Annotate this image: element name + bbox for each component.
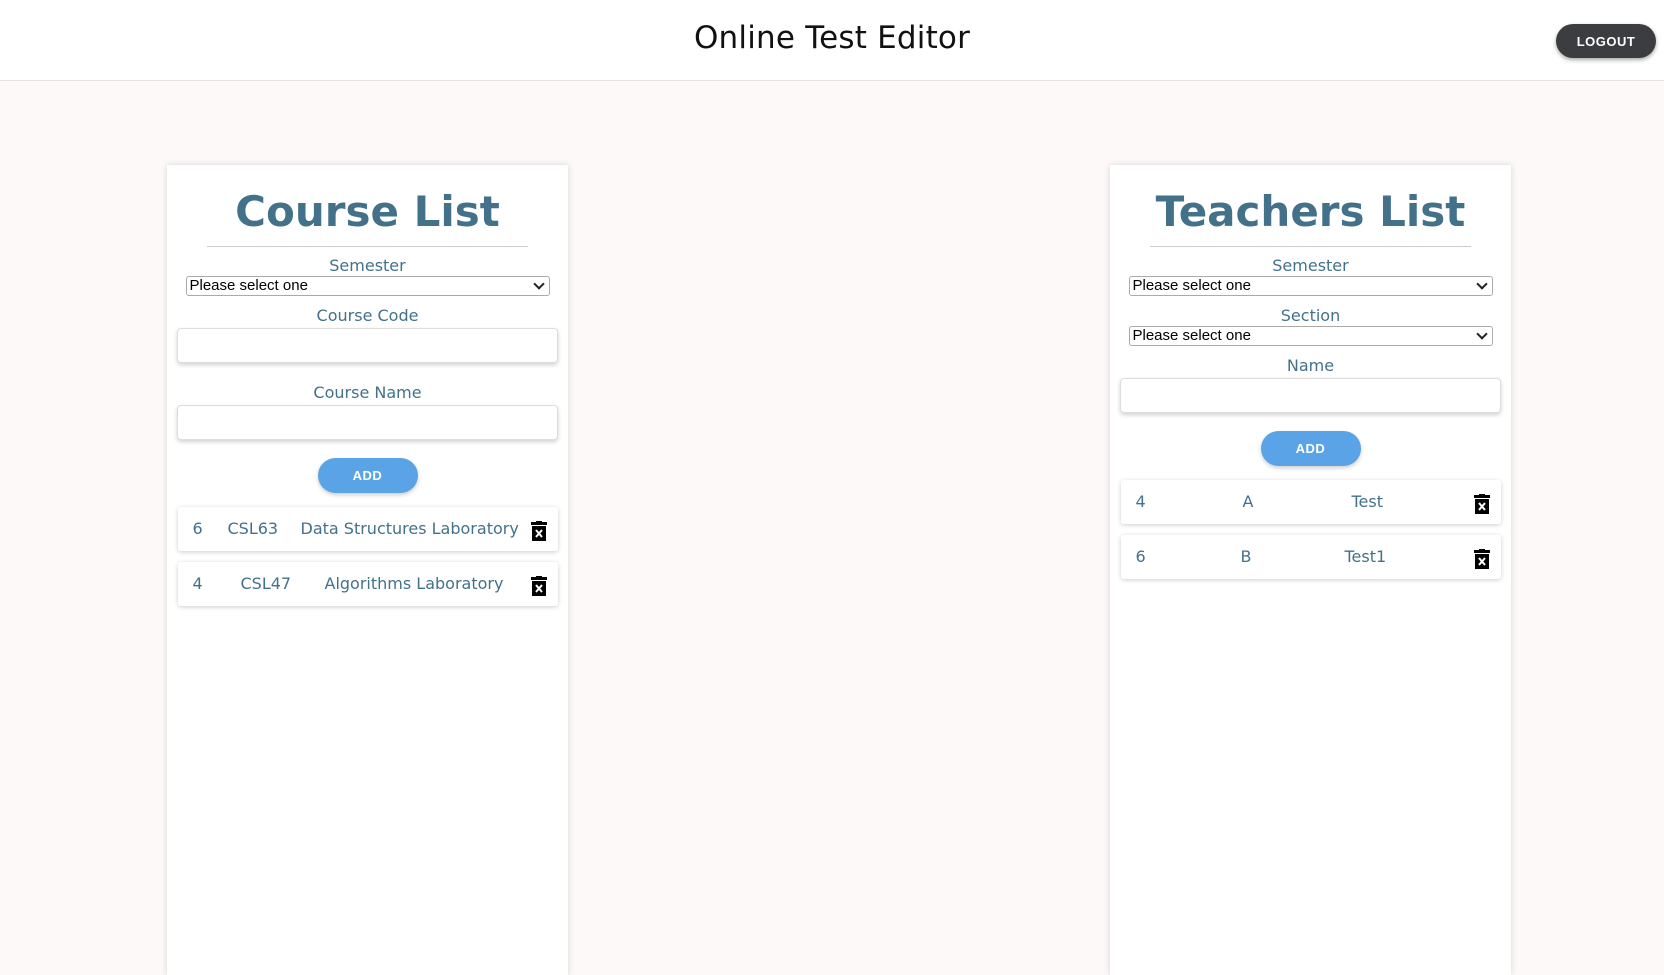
title-divider [1150, 246, 1471, 247]
add-teacher-button[interactable]: ADD [1260, 431, 1361, 466]
teacher-row-section: A [1242, 492, 1254, 511]
course-row: 4 CSL47 Algorithms Laboratory [177, 562, 558, 606]
teachers-list-title: Teachers List [1155, 187, 1466, 236]
chevron-down-icon [532, 278, 545, 290]
course-row-code: CSL63 [227, 519, 279, 538]
teacher-row: 6 B Test1 [1120, 535, 1501, 579]
course-row: 6 CSL63 Data Structures Laboratory [177, 507, 558, 551]
app-title: Online Test Editor [693, 20, 971, 56]
section-label: Section [1280, 306, 1341, 325]
top-bar: Online Test Editor LOGOUT [0, 0, 1664, 81]
course-row-name: Algorithms Laboratory [324, 574, 504, 593]
trash-x-icon[interactable] [530, 576, 547, 596]
teacher-section-select[interactable]: Please select one [1128, 326, 1493, 346]
teacher-section-select-value: Please select one [1132, 327, 1251, 344]
trash-x-icon[interactable] [1473, 549, 1490, 569]
course-name-input[interactable] [177, 405, 558, 440]
teacher-row: 4 A Test [1120, 480, 1501, 524]
course-row-name: Data Structures Laboratory [300, 519, 519, 538]
teacher-row-name: Test1 [1344, 547, 1387, 566]
chevron-down-icon [1475, 328, 1488, 340]
name-label: Name [1286, 356, 1335, 375]
title-divider [207, 246, 528, 247]
course-semester-select-value: Please select one [189, 277, 308, 294]
teacher-name-input[interactable] [1120, 378, 1501, 413]
course-list-panel: Course List Semester Please select one C… [167, 165, 568, 975]
teacher-row-name: Test [1351, 492, 1384, 511]
trash-x-icon[interactable] [1473, 494, 1490, 514]
teacher-semester-select-value: Please select one [1132, 277, 1251, 294]
teacher-row-section: B [1240, 547, 1252, 566]
teacher-row-semester: 6 [1135, 547, 1146, 566]
semester-label: Semester [329, 256, 406, 275]
course-name-label: Course Name [313, 383, 422, 402]
teacher-row-semester: 4 [1135, 492, 1146, 511]
logout-button[interactable]: LOGOUT [1556, 24, 1656, 58]
course-list-title: Course List [235, 187, 500, 236]
course-semester-select[interactable]: Please select one [185, 276, 550, 296]
teachers-list-panel: Teachers List Semester Please select one… [1110, 165, 1511, 975]
course-code-input[interactable] [177, 328, 558, 363]
teacher-semester-select[interactable]: Please select one [1128, 276, 1493, 296]
course-row-semester: 4 [192, 574, 203, 593]
trash-x-icon[interactable] [530, 521, 547, 541]
add-course-button[interactable]: ADD [317, 458, 418, 493]
semester-label: Semester [1272, 256, 1349, 275]
course-row-code: CSL47 [240, 574, 292, 593]
chevron-down-icon [1475, 278, 1488, 290]
course-code-label: Course Code [316, 306, 419, 325]
course-row-semester: 6 [192, 519, 203, 538]
